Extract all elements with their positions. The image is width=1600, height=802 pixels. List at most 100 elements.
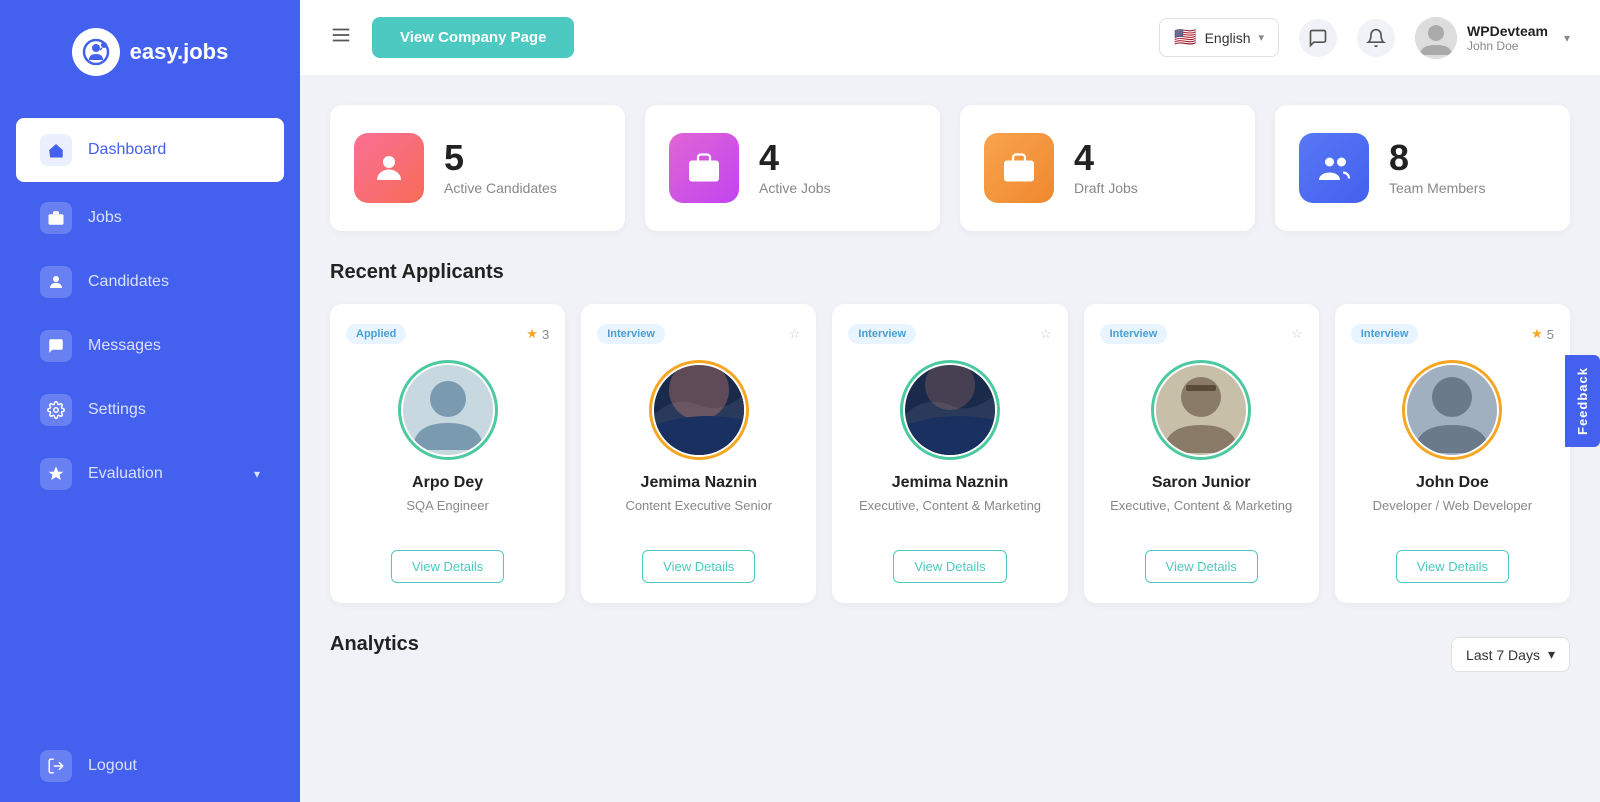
home-icon [40,134,72,166]
avatar [1407,365,1497,455]
active-jobs-icon [669,133,739,203]
analytics-filter-dropdown[interactable]: Last 7 Days ▾ [1451,637,1570,672]
draft-jobs-icon [984,133,1054,203]
status-badge: Interview [597,324,665,344]
user-info: WPDevteam John Doe [1467,23,1548,53]
applicant-card-jemima-2: Interview ☆ Jemima Nazn [832,304,1067,603]
recent-applicants-title: Recent Applicants [330,261,1570,284]
applicant-role: Executive, Content & Marketing [1110,498,1292,534]
sidebar-item-label: Candidates [88,273,169,291]
avatar-ring [1151,360,1251,460]
applicants-grid: Applied ★ 3 Arpo Dey [330,304,1570,603]
notifications-button[interactable] [1357,19,1395,57]
rating: ★ 5 [1531,326,1554,342]
stats-row: 5 Active Candidates 4 Active Jobs [330,105,1570,231]
status-badge: Interview [848,324,916,344]
messages-icon [40,330,72,362]
analytics-filter-label: Last 7 Days [1466,647,1540,663]
view-details-button[interactable]: View Details [391,550,504,583]
stat-card-active-candidates: 5 Active Candidates [330,105,625,231]
sidebar-item-candidates[interactable]: Candidates [0,250,300,314]
avatar [654,365,744,455]
status-badge: Interview [1100,324,1168,344]
sidebar-item-settings[interactable]: Settings [0,378,300,442]
logout-label: Logout [88,757,137,775]
sidebar-item-messages[interactable]: Messages [0,314,300,378]
sidebar-nav: Dashboard Jobs Candidates [0,104,300,730]
avatar-ring [398,360,498,460]
language-selector[interactable]: 🇺🇸 English ▾ [1159,18,1279,57]
sidebar-item-label: Dashboard [88,141,166,159]
applicant-name: Saron Junior [1152,474,1251,492]
chevron-down-icon: ▾ [254,467,260,481]
feedback-button[interactable]: Feedback [1565,355,1600,447]
header: View Company Page 🇺🇸 English ▾ [300,0,1600,75]
stat-info: 8 Team Members [1389,140,1485,196]
language-label: English [1205,30,1251,46]
sidebar-item-label: Settings [88,401,146,419]
avatar [905,365,995,455]
applicant-card-saron-junior: Interview ☆ Saron Junio [1084,304,1319,603]
candidates-icon [40,266,72,298]
content-area: 5 Active Candidates 4 Active Jobs [300,75,1600,802]
flag-icon: 🇺🇸 [1174,27,1196,48]
rating: ★ 3 [526,326,549,342]
stat-card-active-jobs: 4 Active Jobs [645,105,940,231]
view-details-button[interactable]: View Details [1145,550,1258,583]
rating: ☆ [1040,326,1052,342]
avatar [403,365,493,455]
evaluation-icon [40,458,72,490]
analytics-header: Analytics Last 7 Days ▾ [330,633,1570,676]
card-header: Interview ☆ [848,324,1051,344]
stat-number: 8 [1389,140,1485,176]
sidebar-item-evaluation[interactable]: Evaluation ▾ [0,442,300,506]
sidebar-item-label: Jobs [88,209,122,227]
analytics-title: Analytics [330,633,419,656]
stat-number: 4 [1074,140,1138,176]
sidebar-item-label: Evaluation [88,465,163,483]
rating-value: 3 [542,327,549,342]
hamburger-menu-icon[interactable] [330,24,352,52]
applicant-role: SQA Engineer [406,498,488,534]
chevron-down-icon: ▾ [1548,646,1555,663]
stat-label: Active Jobs [759,180,831,196]
chevron-down-icon: ▾ [1259,31,1265,44]
stat-label: Draft Jobs [1074,180,1138,196]
card-header: Interview ☆ [597,324,800,344]
team-members-icon [1299,133,1369,203]
card-header: Interview ☆ [1100,324,1303,344]
user-profile[interactable]: WPDevteam John Doe ▾ [1415,17,1570,59]
sidebar: easy.jobs Dashboard Jobs [0,0,300,802]
view-details-button[interactable]: View Details [1396,550,1509,583]
applicant-name: Jemima Naznin [641,474,757,492]
avatar-ring [649,360,749,460]
applicant-card-arpo-dey: Applied ★ 3 Arpo Dey [330,304,565,603]
card-header: Interview ★ 5 [1351,324,1554,344]
settings-icon [40,394,72,426]
messages-button[interactable] [1299,19,1337,57]
logo-text: easy.jobs [130,39,229,65]
rating: ☆ [1291,326,1303,342]
stat-info: 4 Active Jobs [759,140,831,196]
status-badge: Applied [346,324,406,344]
view-details-button[interactable]: View Details [642,550,755,583]
main-area: View Company Page 🇺🇸 English ▾ [300,0,1600,802]
card-header: Applied ★ 3 [346,324,549,344]
sidebar-item-dashboard[interactable]: Dashboard [16,118,284,182]
star-icon: ☆ [1291,326,1303,342]
feedback-wrapper: Feedback [1565,355,1600,447]
logout-item[interactable]: Logout [0,730,300,802]
view-company-page-button[interactable]: View Company Page [372,17,574,58]
stat-info: 4 Draft Jobs [1074,140,1138,196]
sidebar-item-jobs[interactable]: Jobs [0,186,300,250]
applicant-name: Jemima Naznin [892,474,1008,492]
avatar-ring [1402,360,1502,460]
view-details-button[interactable]: View Details [893,550,1006,583]
applicant-name: Arpo Dey [412,474,483,492]
stat-label: Active Candidates [444,180,557,196]
header-right: 🇺🇸 English ▾ [1159,17,1570,59]
avatar [1156,365,1246,455]
avatar-ring [900,360,1000,460]
logo: easy.jobs [0,0,300,104]
stat-label: Team Members [1389,180,1485,196]
